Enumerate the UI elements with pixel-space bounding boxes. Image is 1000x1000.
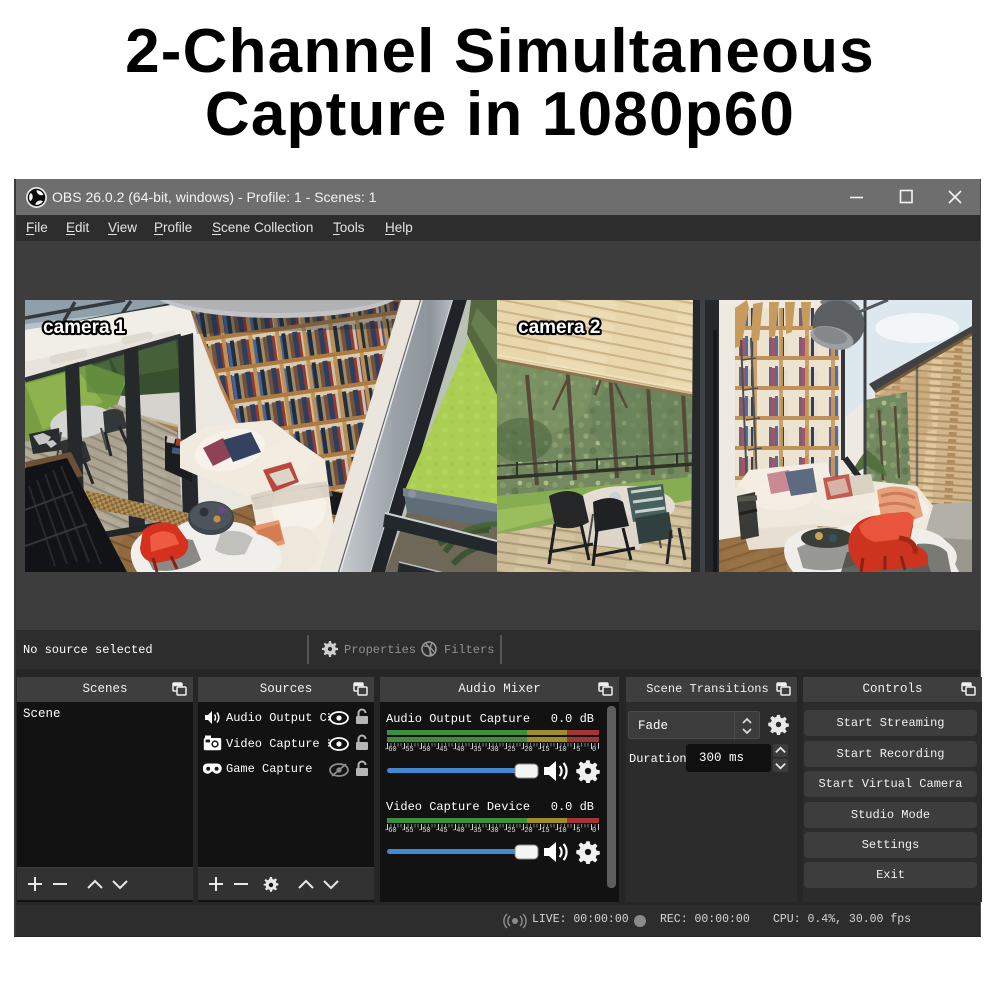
svg-text:camera 2: camera 2 [518,317,600,338]
svg-text:camera 1: camera 1 [43,317,126,338]
